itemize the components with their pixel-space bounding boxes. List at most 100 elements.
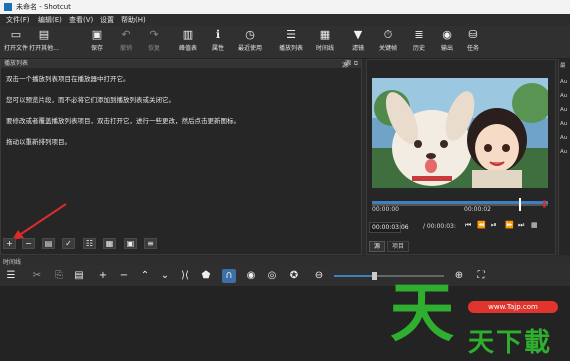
fast-forward-button[interactable]: ⏩	[505, 221, 514, 229]
lift-button[interactable]: ⌃	[138, 269, 152, 283]
details-view-button[interactable]: ☷	[83, 238, 96, 249]
recent-panel-title: 最	[560, 63, 566, 69]
undo-button[interactable]: ↶ 撤销	[114, 27, 138, 57]
save-icon: ▣	[91, 28, 103, 41]
cut-button[interactable]: ✂	[30, 269, 44, 283]
menu-icon: ☰	[6, 270, 16, 281]
keyframes-button[interactable]: ⏱ 关键帧	[376, 27, 400, 57]
paste-button[interactable]: ▤	[72, 269, 86, 283]
copy-icon: ⎘	[55, 270, 63, 281]
redo-icon: ↷	[149, 28, 159, 41]
fast-forward-icon: ⏩	[505, 221, 514, 229]
menu-edit[interactable]: 编辑(E)	[38, 15, 62, 25]
open-other-icon: ▤	[38, 28, 50, 41]
peak-meter-icon: ▥	[182, 28, 194, 41]
menu-bar: 文件(F) 编辑(E) 查看(V) 设置 帮助(H)	[0, 14, 570, 26]
timeline-menu-button[interactable]: ☰	[4, 269, 18, 283]
add-button[interactable]: +	[3, 238, 16, 249]
play-pause-button[interactable]: ⏯	[491, 221, 497, 230]
chevron-up-icon: ⌃	[140, 270, 150, 281]
zoom-slider-handle[interactable]	[372, 272, 377, 280]
ruler-timecode-mid: 00:00:02	[464, 206, 491, 213]
timeline-icon: ▦	[319, 28, 331, 41]
anime-preview-image	[372, 78, 548, 188]
overwrite-button[interactable]: ⌄	[158, 269, 172, 283]
append-button[interactable]: +	[96, 269, 110, 283]
ripple-button[interactable]: ◎	[265, 269, 279, 283]
grid-icon: ▦	[105, 239, 114, 248]
plus-icon: +	[6, 239, 13, 248]
export-icon: ◉	[442, 28, 452, 41]
recent-item[interactable]: Au	[560, 135, 567, 141]
rewind-button[interactable]: ⏪	[477, 221, 486, 229]
recent-item[interactable]: Au	[560, 121, 567, 127]
copy-button[interactable]: ⎘	[52, 269, 66, 283]
snap-button[interactable]: ∩	[222, 269, 236, 283]
redo-button[interactable]: ↷ 恢复	[142, 27, 166, 57]
save-button[interactable]: ▣ 保存	[85, 27, 109, 57]
menu-view[interactable]: 查看(V)	[69, 15, 93, 25]
zoom-out-button[interactable]: ⊖	[312, 269, 326, 283]
plus-icon: +	[98, 270, 108, 281]
magnet-icon: ∩	[225, 270, 233, 281]
split-button[interactable]: ⟩⟨	[178, 269, 192, 283]
remove-button[interactable]: −	[22, 238, 35, 249]
watermark-logo: 天 www.Tajp.com 天下載	[390, 282, 570, 361]
grid-toggle-button[interactable]: ▦	[531, 221, 538, 229]
recent-item[interactable]: Au	[560, 107, 567, 113]
timeline-button[interactable]: ▦ 时间线	[313, 27, 337, 57]
remove-button[interactable]: −	[117, 269, 131, 283]
history-button[interactable]: ≣ 历史	[407, 27, 431, 57]
marker-icon: ⬟	[201, 270, 211, 281]
playlist-button[interactable]: ☰ 播放列表	[279, 27, 303, 57]
main-toolbar: ▭ 打开文件 ▤ 打开其他... ▣ 保存 ↶ 撤销 ↷ 恢复 ▥ 峰值表 ℹ …	[0, 26, 570, 59]
scrub-button[interactable]: ◉	[244, 269, 258, 283]
playlist-help-line: 双击一个播放列表项目在播放器中打开它。	[6, 75, 130, 83]
jobs-button[interactable]: ⛁ 任务	[461, 27, 485, 57]
update-button[interactable]: ▤	[42, 238, 55, 249]
viewer-header: 源	[342, 62, 349, 69]
history-icon: ≣	[414, 28, 424, 41]
icons-view-button[interactable]: ▣	[124, 238, 137, 249]
watermark-brand: 天下載	[468, 328, 553, 358]
zoom-in-icon: ⊕	[454, 270, 464, 281]
title-bar: 未命名 - Shotcut	[0, 0, 570, 14]
play-pause-icon: ⏯	[491, 221, 497, 229]
skip-start-button[interactable]: ⏮	[465, 221, 471, 230]
zoom-out-icon: ⊖	[314, 270, 324, 281]
playhead-marker[interactable]	[519, 198, 521, 211]
undo-icon: ↶	[121, 28, 131, 41]
filter-icon: ▼	[353, 28, 363, 41]
skip-end-icon: ⏭	[518, 221, 525, 229]
menu-file[interactable]: 文件(F)	[6, 15, 30, 25]
ripple-icon: ◎	[267, 270, 277, 281]
recent-item[interactable]: Au	[560, 79, 567, 85]
zoom-in-button[interactable]: ⊕	[452, 269, 466, 283]
tiles-view-button[interactable]: ▦	[103, 238, 116, 249]
playlist-menu-button[interactable]: ≡	[144, 238, 157, 249]
tab-source[interactable]: 源	[369, 241, 385, 252]
recent-button[interactable]: ◷ 最近使用	[238, 27, 262, 57]
zoom-fit-button[interactable]: ⛶	[474, 269, 488, 283]
ripple-all-button[interactable]: ✪	[287, 269, 301, 283]
filter-button[interactable]: ▼ 滤镜	[346, 27, 370, 57]
skip-end-button[interactable]: ⏭	[518, 221, 524, 230]
eye-icon: ◉	[246, 270, 256, 281]
open-other-button[interactable]: ▤ 打开其他...	[29, 27, 59, 57]
export-button[interactable]: ◉ 输出	[435, 27, 459, 57]
menu-settings[interactable]: 设置	[100, 15, 114, 25]
tab-project[interactable]: 项目	[387, 241, 409, 252]
current-timecode-field[interactable]: 00:00:03:06	[369, 222, 409, 233]
recent-item[interactable]: Au	[560, 93, 567, 99]
marker-button[interactable]: ⬟	[199, 269, 213, 283]
peak-meter-button[interactable]: ▥ 峰值表	[176, 27, 200, 57]
select-clip-button[interactable]: ✓	[62, 238, 75, 249]
menu-icon: ≡	[147, 239, 154, 248]
open-file-button[interactable]: ▭ 打开文件	[4, 27, 28, 57]
playlist-button-bar: + − ▤ ✓ ☷ ▦ ▣ ≡	[0, 237, 362, 251]
properties-icon: ℹ	[215, 28, 221, 41]
total-duration: / 00:00:03:	[423, 223, 456, 230]
menu-help[interactable]: 帮助(H)	[121, 15, 146, 25]
properties-button[interactable]: ℹ 属性	[206, 27, 230, 57]
recent-item[interactable]: Au	[560, 149, 567, 155]
